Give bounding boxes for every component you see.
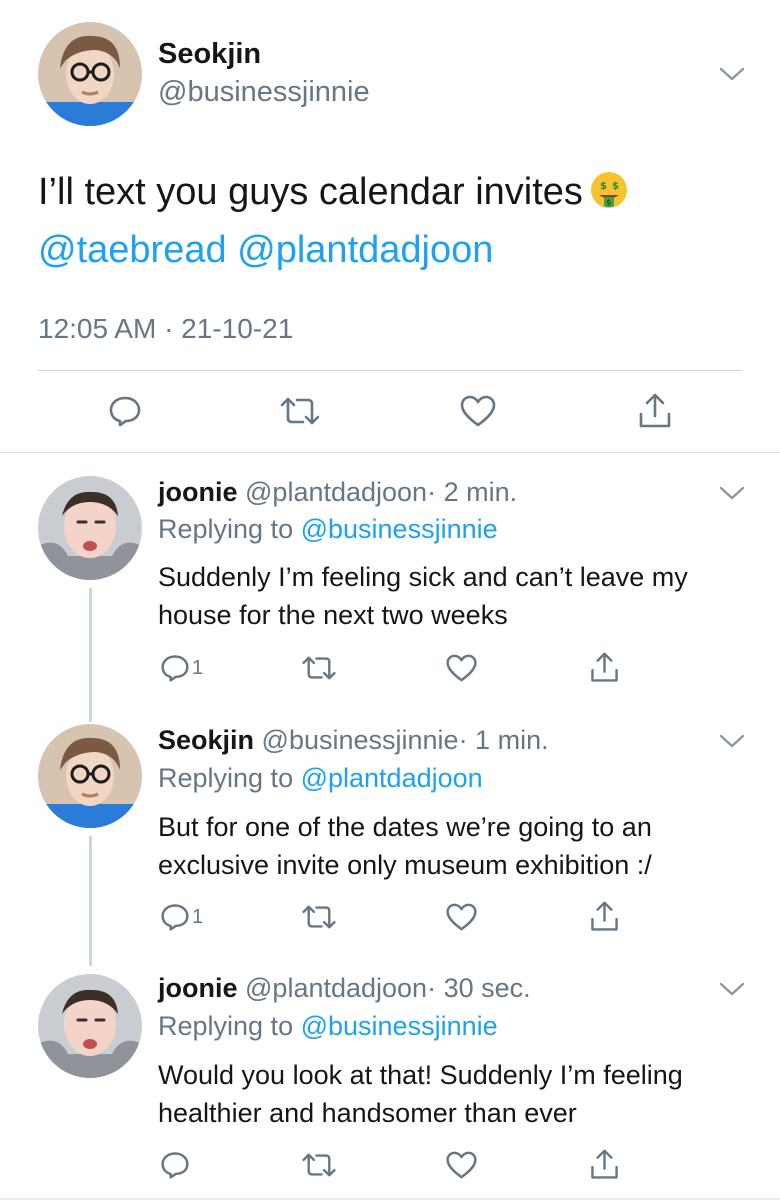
share-button[interactable] <box>589 1148 620 1181</box>
reply-count: 1 <box>192 656 204 679</box>
share-button[interactable] <box>637 392 673 430</box>
author-handle[interactable]: @plantdadjoon <box>245 477 427 507</box>
author-name[interactable]: Seokjin <box>158 38 261 71</box>
retweet-icon <box>301 653 337 683</box>
reply-button[interactable] <box>108 394 142 428</box>
tweet-text: I’ll text you guys calendar invites $ $ … <box>38 163 738 279</box>
retweet-button[interactable] <box>301 653 337 683</box>
avatar[interactable] <box>38 724 142 828</box>
reply-button[interactable]: 1 <box>160 902 203 932</box>
reply-header: joonie @plantdadjoon· 30 sec. <box>158 973 531 1004</box>
replying-prefix: Replying to <box>158 514 301 544</box>
action-bar: 1 <box>0 650 780 690</box>
chevron-down-icon[interactable] <box>719 733 745 749</box>
like-icon <box>445 1150 478 1180</box>
author-name[interactable]: joonie <box>158 477 238 507</box>
divider <box>38 370 742 371</box>
action-bar <box>0 388 780 436</box>
avatar[interactable] <box>38 974 142 1078</box>
author-handle[interactable]: @businessjinnie <box>262 725 459 755</box>
tweet-timestamp[interactable]: 12:05 AM · 21-10-21 <box>38 313 293 345</box>
reply-header: joonie @plantdadjoon· 2 min. <box>158 477 517 508</box>
chevron-down-icon[interactable] <box>719 485 745 501</box>
share-icon <box>589 900 620 933</box>
retweet-button[interactable] <box>279 394 321 428</box>
like-button[interactable] <box>445 653 478 683</box>
like-icon <box>445 653 478 683</box>
reply-icon <box>108 394 142 428</box>
replying-prefix: Replying to <box>158 1011 301 1041</box>
thread-line <box>89 702 92 722</box>
reply-text: Suddenly I’m feeling sick and can’t leav… <box>158 562 688 630</box>
svg-text:$: $ <box>600 181 607 192</box>
reply-tweet[interactable]: joonie @plantdadjoon· 2 min. Replying to… <box>0 452 780 702</box>
reply-count: 1 <box>192 905 204 928</box>
mention-links[interactable]: @taebread @plantdadjoon <box>38 229 493 271</box>
author-handle[interactable]: @plantdadjoon <box>245 973 427 1003</box>
share-button[interactable] <box>589 651 620 684</box>
reply-button[interactable] <box>160 1150 192 1180</box>
replying-prefix: Replying to <box>158 763 301 793</box>
tweet-body: I’ll text you guys calendar invites <box>38 171 583 213</box>
chevron-down-icon[interactable] <box>719 981 745 997</box>
reply-time[interactable]: · 1 min. <box>459 725 549 755</box>
like-button[interactable] <box>445 902 478 932</box>
reply-text: Would you look at that! Suddenly I’m fee… <box>158 1060 683 1128</box>
retweet-icon <box>301 902 337 932</box>
retweet-button[interactable] <box>301 1150 337 1180</box>
reply-icon <box>160 1150 190 1180</box>
reply-icon <box>160 653 190 683</box>
action-bar <box>0 1147 780 1187</box>
retweet-icon <box>301 1150 337 1180</box>
share-icon <box>589 651 620 684</box>
chevron-down-icon[interactable] <box>719 66 745 82</box>
author-handle[interactable]: @businessjinnie <box>158 76 370 109</box>
svg-text:$: $ <box>612 181 619 192</box>
avatar[interactable] <box>38 476 142 580</box>
reply-button[interactable]: 1 <box>160 653 203 683</box>
like-icon <box>459 394 497 428</box>
replying-to-link[interactable]: @businessjinnie <box>301 514 498 544</box>
like-button[interactable] <box>459 394 497 428</box>
reply-text: But for one of the dates we’re going to … <box>158 812 652 880</box>
author-name[interactable]: Seokjin <box>158 725 254 755</box>
replying-to: Replying to @businessjinnie <box>158 1011 498 1042</box>
reply-time[interactable]: · 30 sec. <box>427 973 531 1003</box>
reply-icon <box>160 902 190 932</box>
author-name[interactable]: joonie <box>158 973 238 1003</box>
reply-time[interactable]: · 2 min. <box>427 477 517 507</box>
svg-text:$: $ <box>606 198 612 207</box>
reply-tweet[interactable]: Seokjin @businessjinnie· 1 min. Replying… <box>0 702 780 966</box>
avatar[interactable] <box>38 22 142 126</box>
replying-to: Replying to @businessjinnie <box>158 514 498 545</box>
share-icon <box>637 392 673 430</box>
share-icon <box>589 1148 620 1181</box>
replying-to-link[interactable]: @businessjinnie <box>301 1011 498 1041</box>
retweet-button[interactable] <box>301 902 337 932</box>
reply-header: Seokjin @businessjinnie· 1 min. <box>158 725 549 756</box>
share-button[interactable] <box>589 900 620 933</box>
replying-to: Replying to @plantdadjoon <box>158 763 483 794</box>
money-mouth-face-icon: $ $ $ <box>589 169 629 209</box>
like-icon <box>445 902 478 932</box>
reply-tweet[interactable]: joonie @plantdadjoon· 30 sec. Replying t… <box>0 952 780 1198</box>
replying-to-link[interactable]: @plantdadjoon <box>301 763 483 793</box>
thread-line <box>89 952 92 966</box>
action-bar: 1 <box>0 899 780 939</box>
main-tweet: Seokjin @businessjinnie I’ll text you gu… <box>0 0 780 452</box>
tweet-thread: Seokjin @businessjinnie I’ll text you gu… <box>0 0 780 1200</box>
like-button[interactable] <box>445 1150 478 1180</box>
retweet-icon <box>279 394 321 428</box>
